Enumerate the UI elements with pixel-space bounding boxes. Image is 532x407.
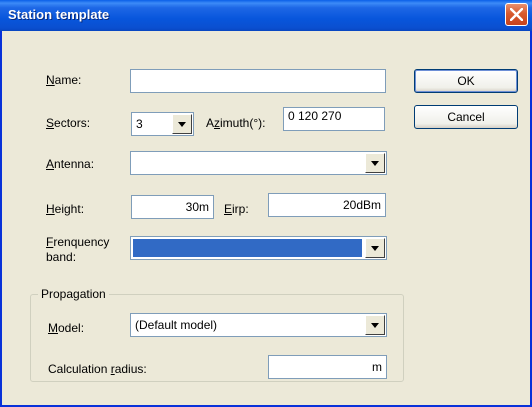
ok-button[interactable]: OK [414,69,518,93]
calculation-radius-label: Calculation radius: [48,362,147,376]
propagation-group-title: Propagation [38,287,109,301]
close-button[interactable] [505,3,528,26]
eirp-label: Eirp: [224,202,249,216]
name-field[interactable] [130,69,386,93]
eirp-input[interactable] [269,194,385,216]
sectors-dropdown-button[interactable] [172,114,192,134]
azimuth-label: Azimuth(°): [206,116,266,130]
selection-highlight [133,239,362,257]
station-template-dialog: Station template Name: Sectors: 3 Azimut… [0,0,532,407]
model-value: (Default model) [135,318,218,332]
frequency-band-label-line2: band: [46,250,77,264]
window-title: Station template [8,7,110,22]
height-input[interactable] [132,196,213,218]
sectors-label: Sectors: [46,116,91,130]
height-label: Height: [46,202,85,216]
sectors-combo[interactable]: 3 [131,112,194,136]
chevron-down-icon [371,323,379,328]
antenna-dropdown-button[interactable] [365,153,385,173]
cancel-button[interactable]: Cancel [414,105,518,129]
chevron-down-icon [371,246,379,251]
azimuth-input[interactable] [284,108,384,130]
name-input[interactable] [131,70,385,92]
frequency-band-label-line1: Frenquency [46,235,110,249]
name-label: Name: [46,73,82,87]
chevron-down-icon [178,122,186,127]
sectors-value: 3 [136,117,143,131]
model-combo[interactable]: (Default model) [130,313,387,337]
azimuth-field[interactable] [283,107,385,131]
frequency-band-dropdown-button[interactable] [365,238,385,258]
calculation-radius-field[interactable] [268,355,387,379]
model-dropdown-button[interactable] [365,315,385,335]
model-label: Model: [48,321,85,335]
frequency-band-combo[interactable] [130,236,387,260]
close-x-icon [510,8,523,21]
antenna-combo[interactable] [130,151,387,175]
chevron-down-icon [371,161,379,166]
eirp-field[interactable] [268,193,386,217]
title-bar[interactable]: Station template [0,0,532,31]
calculation-radius-input[interactable] [269,356,386,378]
antenna-label: Antenna: [46,157,95,171]
height-field[interactable] [131,195,214,219]
